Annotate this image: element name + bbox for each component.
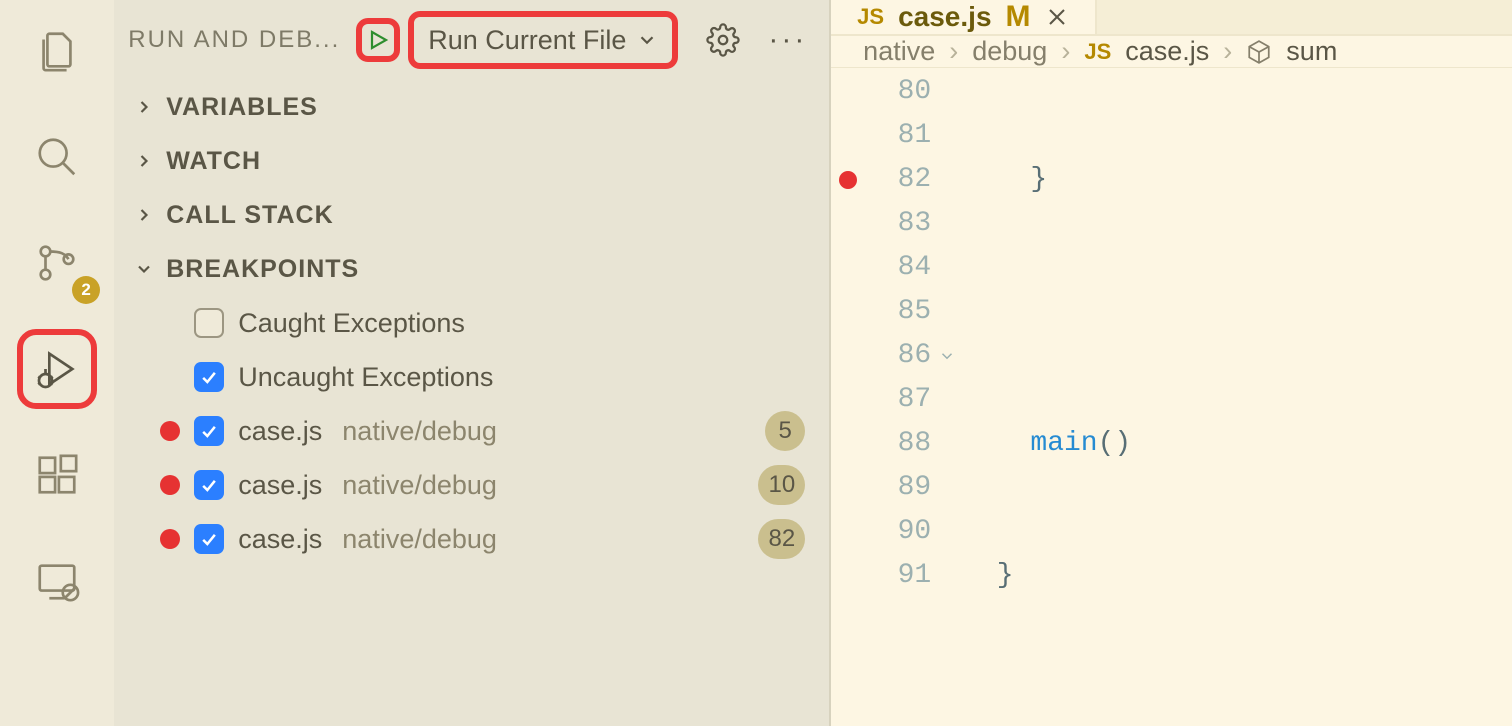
run-debug-icon[interactable] <box>22 334 92 404</box>
breakpoint-checkbox[interactable] <box>194 470 224 500</box>
breakpoint-line-badge: 5 <box>765 411 805 451</box>
breakpoint-dot-icon <box>160 529 180 549</box>
more-actions-button[interactable]: ··· <box>768 23 807 57</box>
uncaught-exceptions-checkbox[interactable] <box>194 362 224 392</box>
breakpoint-dot-icon[interactable] <box>839 171 857 189</box>
debug-config-dropdown[interactable]: Run Current File <box>408 11 678 69</box>
breakpoint-line-badge: 82 <box>758 519 805 559</box>
close-icon[interactable] <box>1045 5 1069 29</box>
breakpoint-path: native/debug <box>342 470 497 501</box>
section-breakpoints-label: BREAKPOINTS <box>166 255 359 284</box>
breakpoint-path: native/debug <box>342 416 497 447</box>
breakpoint-filename: case.js <box>238 524 322 555</box>
section-callstack[interactable]: CALL STACK <box>114 188 829 242</box>
symbol-icon <box>1246 39 1272 65</box>
section-variables-label: VARIABLES <box>166 93 318 122</box>
breakpoint-path: native/debug <box>342 524 497 555</box>
chevron-down-icon <box>636 29 658 51</box>
section-breakpoints[interactable]: BREAKPOINTS <box>114 242 829 296</box>
sidebar-header: RUN AND DEB... Run Current File ··· <box>114 0 829 80</box>
caught-exceptions-row[interactable]: Caught Exceptions <box>114 296 829 350</box>
js-file-icon: JS <box>857 4 884 30</box>
tab-modified-indicator: M <box>1006 0 1031 34</box>
activity-bar: 2 <box>0 0 114 726</box>
editor-area: JS case.js M native › debug › JS case.js… <box>831 0 1512 726</box>
breakpoint-row[interactable]: case.js native/debug 82 <box>114 512 829 566</box>
breakpoint-filename: case.js <box>238 470 322 501</box>
crumb-debug[interactable]: debug <box>972 36 1047 67</box>
tab-filename: case.js <box>898 1 991 33</box>
chevron-right-icon: › <box>949 36 958 67</box>
scm-badge: 2 <box>72 276 100 304</box>
crumb-symbol[interactable]: sum <box>1286 36 1337 67</box>
breakpoint-line-badge: 10 <box>758 465 805 505</box>
crumb-native[interactable]: native <box>863 36 935 67</box>
extensions-icon[interactable] <box>22 440 92 510</box>
breakpoint-checkbox[interactable] <box>194 416 224 446</box>
section-watch-label: WATCH <box>166 147 261 176</box>
section-callstack-label: CALL STACK <box>166 201 333 230</box>
crumb-file[interactable]: case.js <box>1125 36 1209 67</box>
breakpoint-filename: case.js <box>238 416 322 447</box>
chevron-right-icon: › <box>1061 36 1070 67</box>
section-watch[interactable]: WATCH <box>114 134 829 188</box>
js-file-icon: JS <box>1084 39 1111 65</box>
caught-exceptions-label: Caught Exceptions <box>238 308 465 339</box>
code-content[interactable]: } main() } // 示例八：如何快速发现有问题的代码 { const o… <box>963 68 1512 726</box>
tab-case-js[interactable]: JS case.js M <box>831 0 1096 34</box>
run-debug-sidebar: RUN AND DEB... Run Current File ··· VARI… <box>114 0 831 726</box>
breakpoint-checkbox[interactable] <box>194 524 224 554</box>
section-variables[interactable]: VARIABLES <box>114 80 829 134</box>
caught-exceptions-checkbox[interactable] <box>194 308 224 338</box>
breadcrumbs[interactable]: native › debug › JS case.js › sum <box>831 36 1512 68</box>
code-editor[interactable]: 808182838485868788899091 } main() } // 示… <box>831 68 1512 726</box>
breakpoint-gutter[interactable] <box>831 68 865 726</box>
editor-tabs: JS case.js M <box>831 0 1512 36</box>
breakpoints-list: Caught Exceptions Uncaught Exceptions ca… <box>114 296 829 566</box>
breakpoint-dot-icon <box>160 475 180 495</box>
breakpoint-row[interactable]: case.js native/debug 10 <box>114 458 829 512</box>
remote-icon[interactable] <box>22 546 92 616</box>
sidebar-title: RUN AND DEB... <box>128 26 340 54</box>
breakpoint-row[interactable]: case.js native/debug 5 <box>114 404 829 458</box>
start-debug-button[interactable] <box>356 18 400 62</box>
uncaught-exceptions-row[interactable]: Uncaught Exceptions <box>114 350 829 404</box>
source-control-icon[interactable]: 2 <box>22 228 92 298</box>
uncaught-exceptions-label: Uncaught Exceptions <box>238 362 493 393</box>
explorer-icon[interactable] <box>22 16 92 86</box>
fold-gutter[interactable] <box>931 68 963 726</box>
chevron-right-icon: › <box>1223 36 1232 67</box>
line-numbers: 808182838485868788899091 <box>865 68 931 726</box>
debug-config-label: Run Current File <box>428 25 626 56</box>
breakpoint-dot-icon <box>160 421 180 441</box>
search-icon[interactable] <box>22 122 92 192</box>
gear-icon[interactable] <box>706 23 740 57</box>
